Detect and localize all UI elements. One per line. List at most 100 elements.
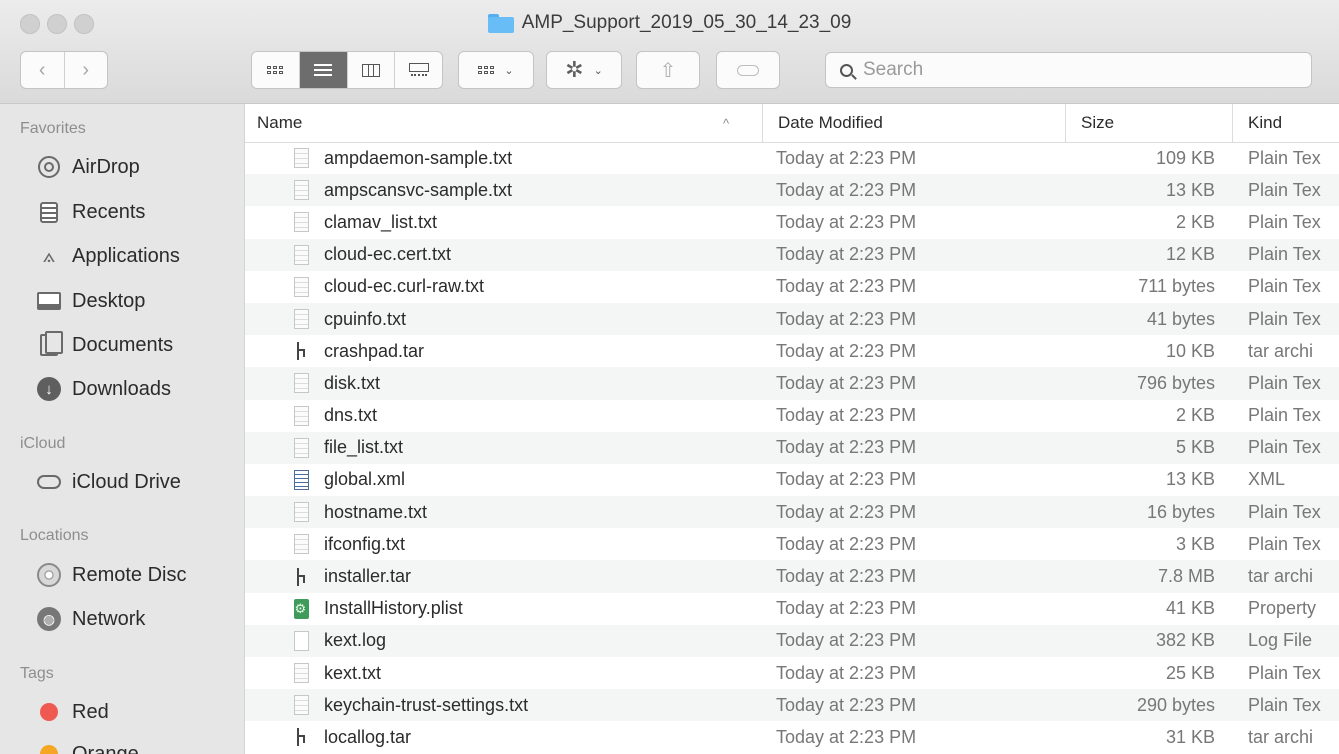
- sidebar-item-applications[interactable]: ⟑ Applications: [36, 239, 180, 273]
- file-name: disk.txt: [324, 372, 381, 393]
- file-date-modified: Today at 2:23 PM: [776, 340, 917, 361]
- file-size: 109 KB: [1155, 147, 1215, 168]
- file-row[interactable]: cloud-ec.cert.txt Today at 2:23 PM 12 KB Pl…: [245, 238, 1339, 271]
- file-icon-cell: [292, 464, 310, 496]
- sidebar-item-desktop[interactable]: Desktop: [36, 284, 145, 318]
- file-size: 10 KB: [1165, 340, 1215, 361]
- file-row[interactable]: installer.tar Today at 2:23 PM 7.8 MB tar a…: [245, 560, 1339, 593]
- file-row[interactable]: dns.txt Today at 2:23 PM 2 KB Plain Tex: [245, 400, 1339, 432]
- sidebar-item-recents[interactable]: Recents: [36, 195, 145, 229]
- file-kind: Plain Tex: [1248, 211, 1321, 232]
- back-button[interactable]: ‹: [21, 52, 64, 88]
- text-file-icon: [293, 534, 309, 555]
- file-size: 41 bytes: [1146, 308, 1215, 329]
- file-name: cloud-ec.cert.txt: [324, 244, 452, 265]
- file-kind: XML: [1248, 469, 1286, 490]
- file-icon-cell: [292, 496, 310, 528]
- column-header-size[interactable]: Size: [1065, 104, 1230, 142]
- tar-file-icon: [294, 567, 309, 587]
- file-date-modified: Today at 2:23 PM: [776, 308, 917, 329]
- file-size: 13 KB: [1165, 469, 1215, 490]
- file-date-modified: Today at 2:23 PM: [776, 179, 917, 200]
- file-row[interactable]: keychain-trust-settings.txt Today at 2:23…: [245, 689, 1339, 722]
- gallery-view-button[interactable]: [394, 52, 442, 88]
- sidebar: Favorites AirDrop Recents ⟑ Applications…: [0, 104, 245, 754]
- chevron-down-icon: ⌄: [504, 64, 514, 77]
- forward-button[interactable]: ›: [63, 52, 108, 88]
- file-size: 2 KB: [1175, 211, 1215, 232]
- file-date-modified: Today at 2:23 PM: [776, 147, 917, 168]
- column-view-button[interactable]: [346, 52, 395, 88]
- action-menu-button[interactable]: ✲ ⌄: [546, 51, 622, 89]
- file-row[interactable]: ampscansvc-sample.txt Today at 2:23 PM 13 …: [245, 174, 1339, 207]
- folder-icon: [487, 13, 514, 33]
- file-name: file_list.txt: [324, 437, 404, 458]
- file-row[interactable]: ampdaemon-sample.txt Today at 2:23 PM 109 …: [245, 142, 1339, 174]
- sidebar-item-icloud-drive[interactable]: iCloud Drive: [36, 465, 181, 499]
- group-icon: [478, 66, 495, 74]
- group-by-button[interactable]: ⌄: [458, 51, 534, 89]
- sidebar-item-airdrop[interactable]: AirDrop: [36, 150, 140, 184]
- file-size: 2 KB: [1175, 405, 1215, 426]
- file-date-modified: Today at 2:23 PM: [776, 405, 917, 426]
- text-file-icon: [293, 373, 309, 394]
- file-row[interactable]: global.xml Today at 2:23 PM 13 KB XML: [245, 464, 1339, 496]
- sidebar-item-network[interactable]: ◍ Network: [36, 602, 145, 636]
- plain-file-icon: [293, 630, 309, 651]
- edit-tags-button[interactable]: [716, 51, 780, 89]
- file-row[interactable]: clamav_list.txt Today at 2:23 PM 2 KB Plain…: [245, 206, 1339, 238]
- column-header-kind[interactable]: Kind: [1232, 104, 1339, 142]
- file-size: 3 KB: [1175, 533, 1215, 554]
- sidebar-item-downloads[interactable]: ↓ Downloads: [36, 372, 171, 406]
- file-row[interactable]: hostname.txt Today at 2:23 PM 16 bytes Plai…: [245, 496, 1339, 529]
- column-header-date-modified[interactable]: Date Modified: [762, 104, 1062, 142]
- file-icon-cell: [292, 432, 310, 464]
- file-size: 796 bytes: [1136, 372, 1215, 393]
- sidebar-item-remote-disc[interactable]: Remote Disc: [36, 558, 186, 592]
- file-row[interactable]: kext.log Today at 2:23 PM 382 KB Log File: [245, 624, 1339, 657]
- file-row[interactable]: crashpad.tar Today at 2:23 PM 10 KB tar arc…: [245, 335, 1339, 367]
- file-size: 25 KB: [1165, 662, 1215, 683]
- search-input[interactable]: [861, 58, 1285, 82]
- file-size: 31 KB: [1165, 726, 1215, 747]
- file-row[interactable]: disk.txt Today at 2:23 PM 796 bytes Plain T…: [245, 367, 1339, 400]
- plist-file-icon: [293, 598, 309, 619]
- share-button[interactable]: ⇧: [636, 51, 700, 89]
- file-date-modified: Today at 2:23 PM: [776, 533, 917, 554]
- list-view-button[interactable]: [298, 52, 347, 88]
- list-view-icon: [314, 64, 333, 76]
- gallery-view-icon: [408, 63, 429, 77]
- tag-icon: [737, 64, 759, 76]
- file-row[interactable]: cloud-ec.curl-raw.txt Today at 2:23 PM 711…: [245, 271, 1339, 303]
- file-date-modified: Today at 2:23 PM: [776, 662, 917, 683]
- view-mode-selector: [251, 51, 443, 89]
- orange-tag-icon: [36, 741, 62, 754]
- file-date-modified: Today at 2:23 PM: [776, 372, 917, 393]
- file-size: 12 KB: [1165, 244, 1215, 265]
- file-icon-cell: [292, 721, 310, 753]
- file-kind: tar archi: [1248, 726, 1314, 747]
- file-icon-cell: [292, 400, 310, 432]
- file-kind: Plain Tex: [1248, 179, 1321, 200]
- sidebar-item-tag-red[interactable]: Red: [36, 695, 109, 729]
- text-file-icon: [293, 148, 309, 169]
- file-row[interactable]: ifconfig.txt Today at 2:23 PM 3 KB Plain Te…: [245, 528, 1339, 560]
- file-row[interactable]: file_list.txt Today at 2:23 PM 5 KB Plain T…: [245, 431, 1339, 464]
- file-row[interactable]: InstallHistory.plist Today at 2:23 PM 41 K…: [245, 593, 1339, 625]
- column-header-name[interactable]: Name: [257, 104, 767, 142]
- red-tag-icon: [36, 699, 62, 725]
- file-kind: tar archi: [1248, 566, 1314, 587]
- file-row[interactable]: kext.txt Today at 2:23 PM 25 KB Plain Tex: [245, 657, 1339, 689]
- sidebar-item-documents[interactable]: Documents: [36, 328, 173, 362]
- file-name: kext.log: [324, 630, 387, 651]
- search-field[interactable]: [825, 52, 1312, 88]
- file-kind: Plain Tex: [1248, 244, 1321, 265]
- sidebar-item-label: Desktop: [72, 289, 146, 312]
- sidebar-section-favorites: Favorites: [20, 120, 86, 137]
- file-size: 41 KB: [1165, 598, 1215, 619]
- sidebar-item-tag-orange[interactable]: Orange: [36, 737, 139, 754]
- file-row[interactable]: cpuinfo.txt Today at 2:23 PM 41 bytes Plain…: [245, 302, 1339, 336]
- icon-view-button[interactable]: [252, 52, 299, 88]
- file-row[interactable]: locallog.tar Today at 2:23 PM 31 KB tar arc…: [245, 721, 1339, 753]
- file-date-modified: Today at 2:23 PM: [776, 694, 917, 715]
